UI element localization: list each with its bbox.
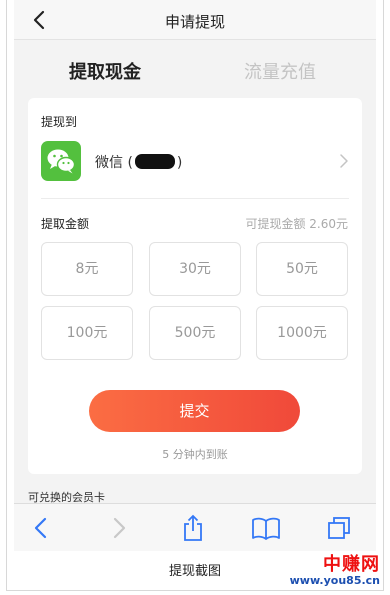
amount-option-1000[interactable]: 1000元 (256, 306, 348, 360)
share-icon[interactable] (180, 514, 206, 542)
available-balance: 可提现金额 2.60元 (245, 217, 348, 231)
divider (41, 198, 349, 199)
amount-option-8[interactable]: 8元 (41, 242, 133, 296)
amount-option-500[interactable]: 500元 (149, 306, 241, 360)
account-name-text: 微信 ( (95, 155, 133, 171)
page-title: 申请提现 (164, 13, 225, 31)
browser-toolbar (14, 503, 376, 551)
account-name: 微信 () (95, 152, 182, 172)
nav-bar: 申请提现 (14, 0, 376, 40)
account-name-suffix: ) (176, 155, 183, 171)
watermark-url: www.you85.cn (289, 574, 380, 587)
tabs-icon[interactable] (326, 514, 352, 542)
amount-option-100[interactable]: 100元 (41, 306, 133, 360)
bookmarks-icon[interactable] (250, 514, 282, 542)
chevron-right-icon (340, 154, 348, 168)
tab-bar: 提取现金 流量充值 (14, 40, 376, 98)
browser-forward-icon[interactable] (106, 514, 132, 542)
amount-option-50[interactable]: 50元 (256, 242, 348, 296)
withdraw-card: 提现到 微信 () 提取金额 可提现金额 2.60元 8元 30元 50元 10… (28, 98, 362, 474)
wechat-icon (41, 141, 81, 181)
withdraw-account-row[interactable]: 微信 () (28, 138, 362, 190)
watermark-title: 中赚网 (323, 554, 380, 575)
tab-data-recharge[interactable]: 流量充值 (244, 58, 316, 84)
tab-cash-withdraw[interactable]: 提取现金 (69, 58, 141, 84)
screen-content: 提取现金 流量充值 提现到 微信 () 提取金额 可提现金额 2.60元 8元 … (14, 40, 376, 504)
browser-back-icon[interactable] (28, 514, 54, 542)
amount-option-30[interactable]: 30元 (149, 242, 241, 296)
arrival-note: 5 分钟内到账 (162, 448, 228, 461)
submit-button[interactable]: 提交 (89, 390, 300, 432)
withdraw-to-label: 提现到 (41, 115, 78, 129)
amount-label: 提取金额 (41, 217, 90, 231)
watermark-logo: 中赚网 www.you85.cn (289, 554, 380, 587)
redacted-account-mark (134, 154, 175, 169)
